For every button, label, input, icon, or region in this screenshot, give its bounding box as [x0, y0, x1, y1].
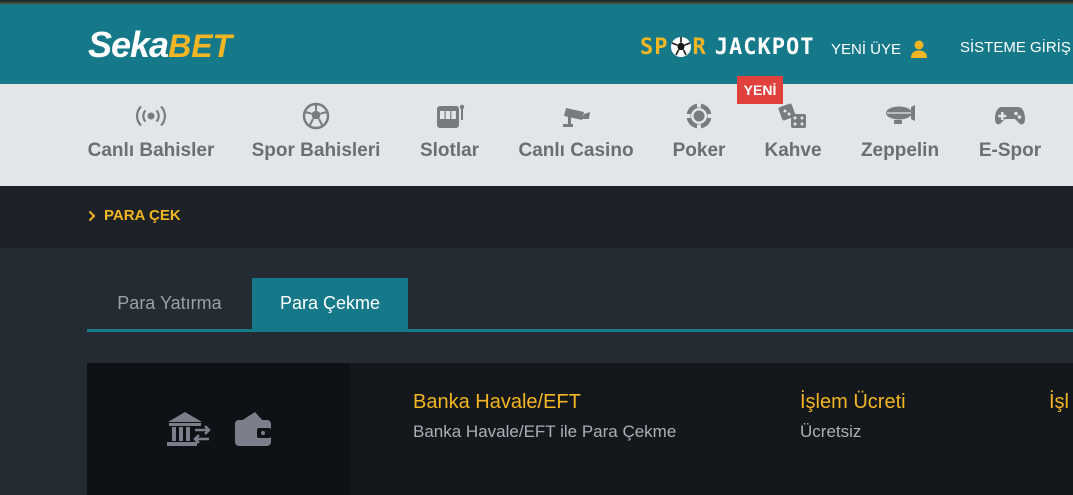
wallet-icon [234, 412, 271, 446]
live-broadcast-icon [136, 105, 166, 127]
slot-machine-icon [436, 104, 464, 128]
fee-title: İşlem Ücreti [800, 391, 906, 413]
payment-method-row[interactable]: Banka Havale/EFT Banka Havale/EFT ile Pa… [87, 363, 1073, 495]
register-button[interactable]: YENİ ÜYE [831, 39, 929, 59]
main-nav: Canlı Bahisler Spor Bahisleri Slotlar Ca… [0, 84, 1073, 186]
breadcrumb[interactable]: PARA ÇEK [88, 207, 181, 224]
bank-transfer-icon [166, 412, 211, 446]
breadcrumb-bar: PARA ÇEK [0, 186, 1073, 248]
nav-item-spor-bahisleri[interactable]: Spor Bahisleri [252, 84, 380, 186]
nav-item-poker[interactable]: Poker [673, 84, 725, 186]
method-description: Banka Havale/EFT ile Para Çekme [413, 422, 677, 441]
soccer-ball-icon [670, 37, 691, 57]
nav-item-slotlar[interactable]: Slotlar [420, 84, 479, 186]
poker-chip-icon [686, 103, 712, 129]
new-badge: YENİ [737, 76, 783, 104]
camera-icon [563, 108, 590, 127]
user-icon [911, 40, 928, 58]
fee-value: Ücretsiz [800, 422, 862, 441]
site-header: Seka BET SP R JACKPOT YENİ ÜYE SİSTEME G… [0, 4, 1073, 84]
breadcrumb-label: PARA ÇEK [104, 207, 181, 224]
login-button[interactable]: SİSTEME GİRİŞ [960, 39, 1071, 56]
nav-item-zeppelin[interactable]: Zeppelin [861, 84, 939, 186]
method-name: Banka Havale/EFT [413, 391, 581, 413]
method-icons [87, 363, 350, 495]
spor-jackpot-link[interactable]: SP R JACKPOT [640, 32, 814, 62]
chevron-right-icon [88, 210, 96, 221]
gamepad-icon [995, 107, 1025, 125]
payment-tabs: Para Yatırma Para Çekme [87, 278, 1073, 332]
zeppelin-icon [886, 105, 915, 124]
nav-item-canli-casino[interactable]: Canlı Casino [518, 84, 634, 186]
method-fee-column: İşlem Ücreti Ücretsiz [800, 391, 906, 442]
method-third-column: İşl [1049, 391, 1069, 414]
tab-para-cekme[interactable]: Para Çekme [252, 278, 408, 329]
soccer-ball-icon [302, 102, 330, 130]
tab-para-yatirma[interactable]: Para Yatırma [87, 278, 252, 329]
nav-item-canli-bahisler[interactable]: Canlı Bahisler [88, 84, 214, 186]
method-name-column: Banka Havale/EFT Banka Havale/EFT ile Pa… [413, 391, 676, 442]
third-column-title: İşl [1049, 391, 1069, 413]
nav-item-e-spor[interactable]: E-Spor [979, 84, 1041, 186]
dice-icon [778, 103, 806, 128]
site-logo[interactable]: Seka BET [88, 24, 232, 65]
